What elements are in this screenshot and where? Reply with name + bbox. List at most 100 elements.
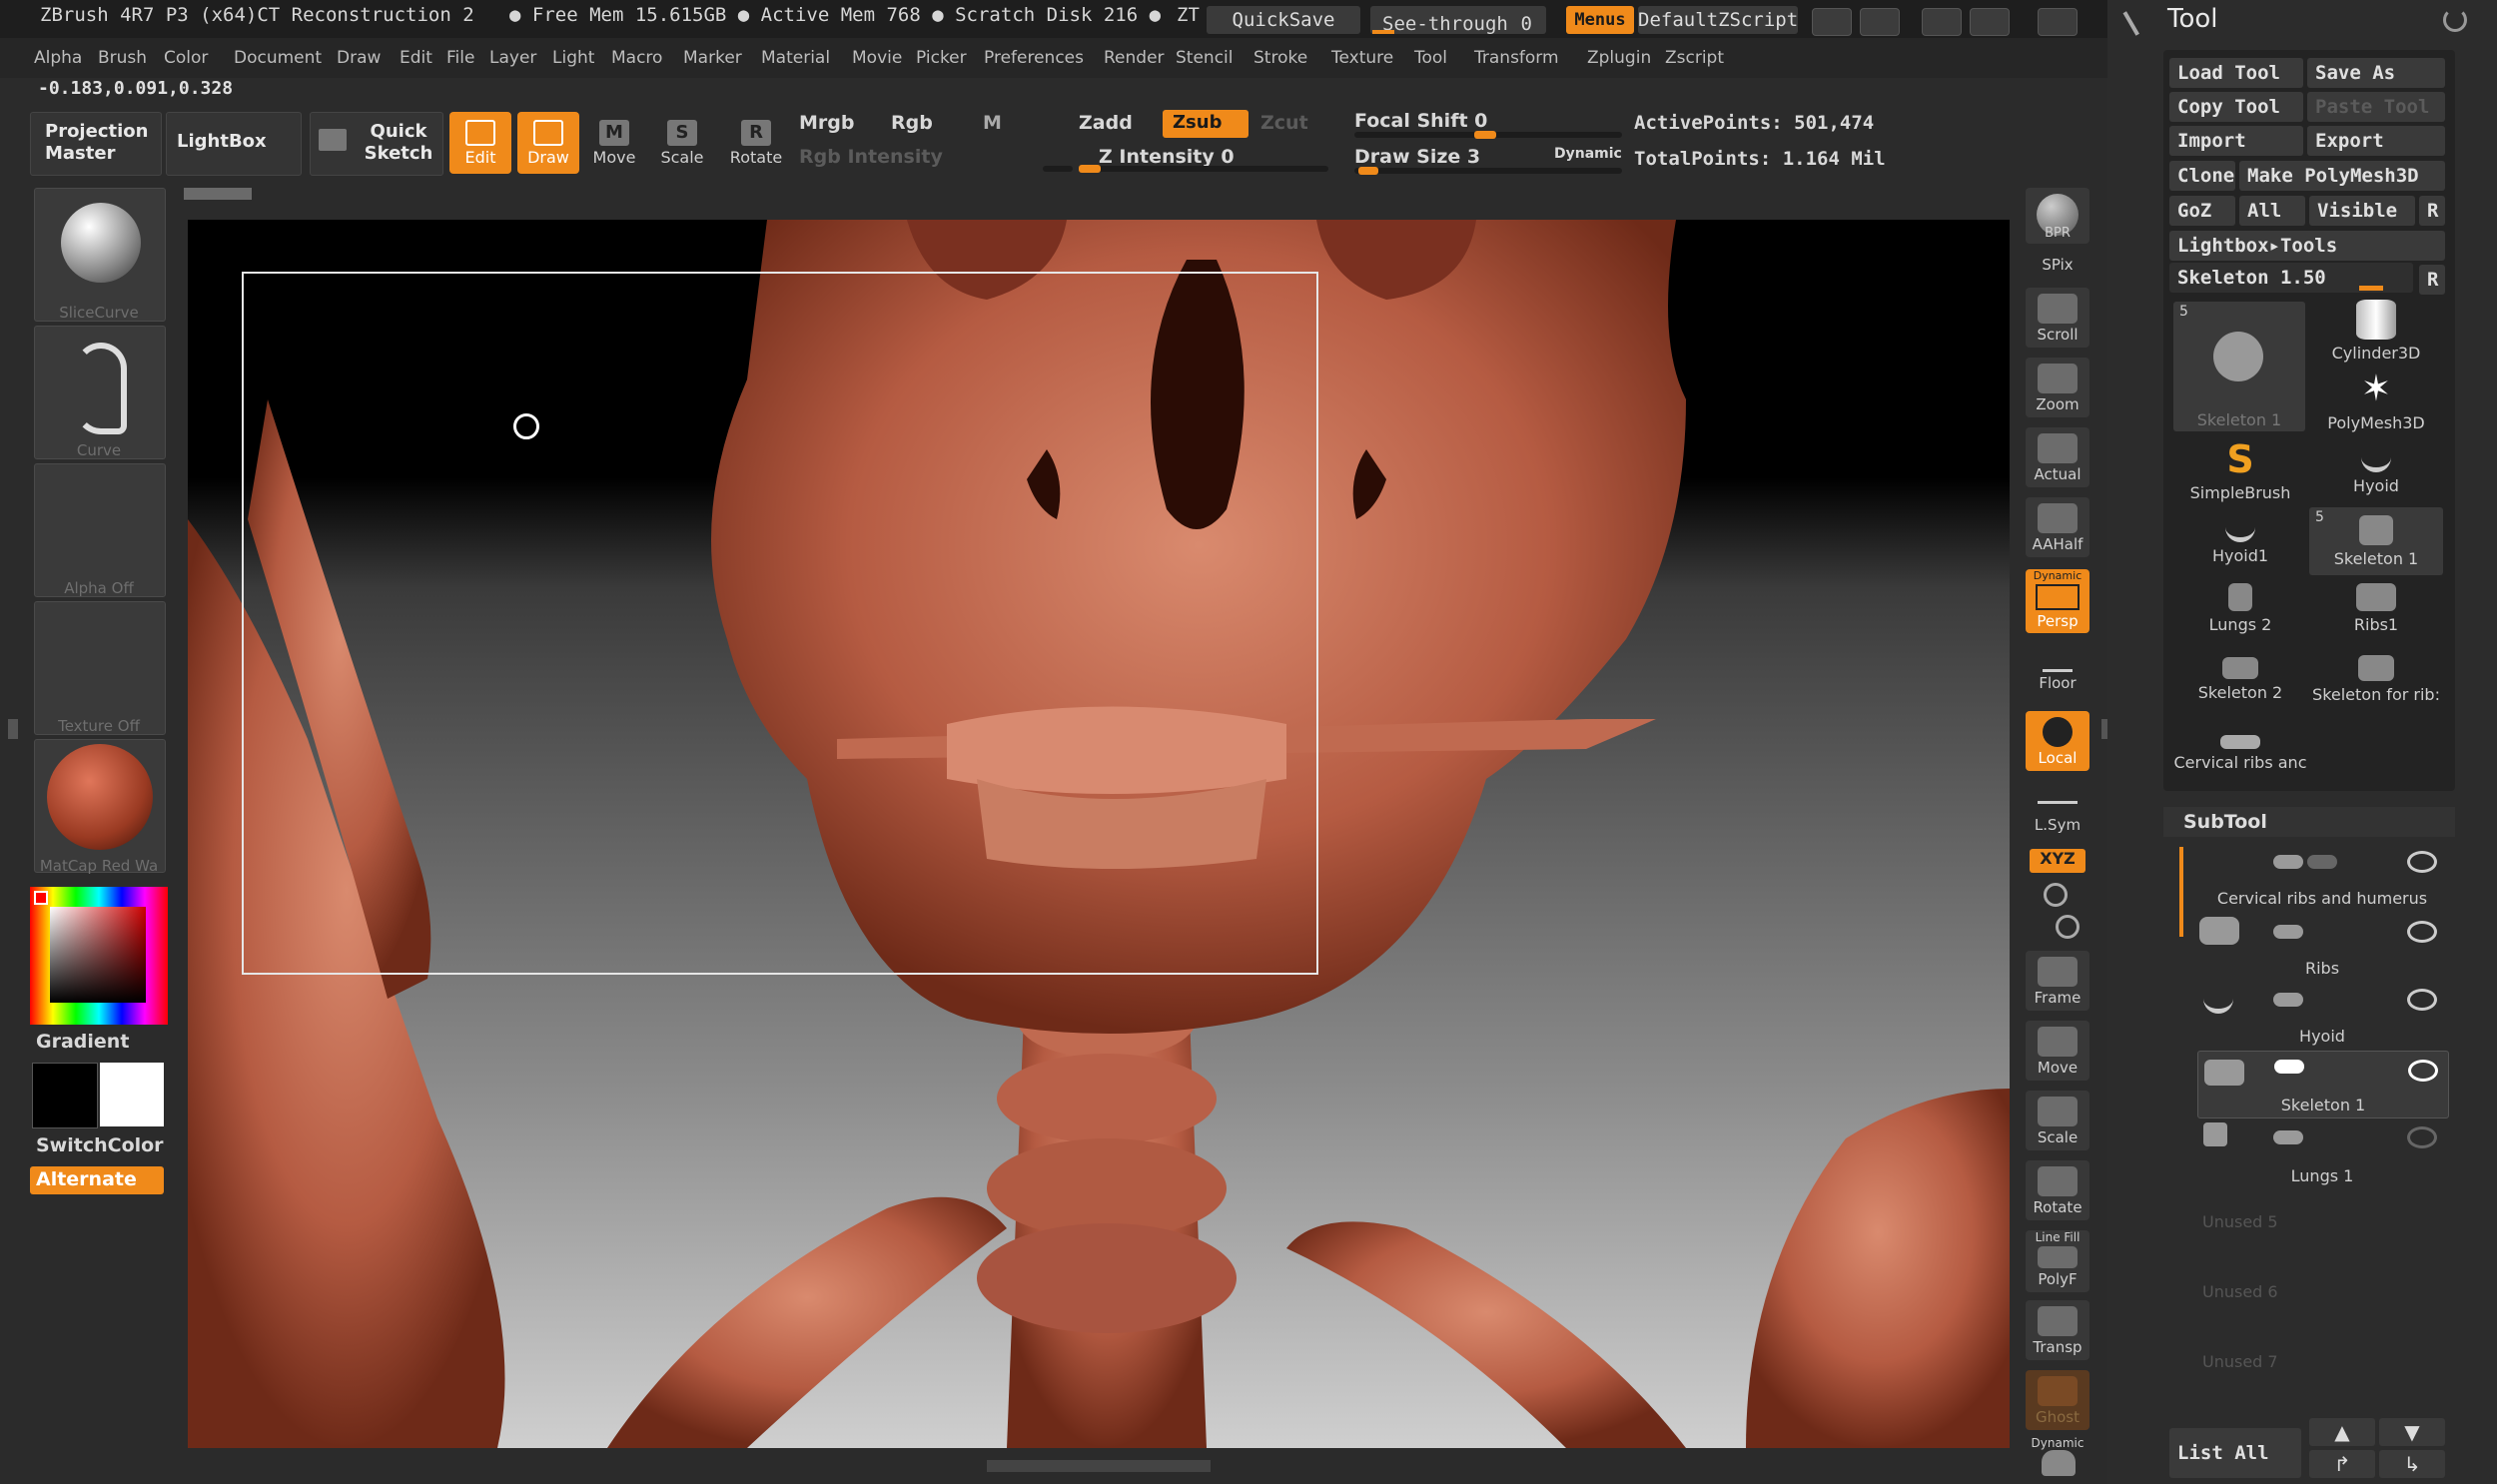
goz-r-button[interactable]: R bbox=[2419, 196, 2445, 226]
switchcolor-button[interactable]: SwitchColor bbox=[36, 1134, 164, 1156]
spix-slider[interactable]: SPix bbox=[2026, 256, 2089, 274]
edit-mode-button[interactable]: Edit bbox=[449, 112, 511, 174]
menu-edit[interactable]: Edit bbox=[400, 48, 432, 68]
reset-icon[interactable] bbox=[2443, 8, 2467, 32]
tool-cell-polymesh3d[interactable]: ✶ PolyMesh3D bbox=[2309, 368, 2443, 435]
dynamic-button[interactable]: Dynamic bbox=[1554, 146, 1622, 162]
aahalf-button[interactable]: AAHalf bbox=[2026, 497, 2089, 557]
subtool-item-lungs1[interactable]: Lungs 1 bbox=[2197, 1166, 2447, 1185]
arrow-down-icon[interactable]: ▼ bbox=[2379, 1418, 2445, 1446]
skeleton-tool-slider[interactable]: Skeleton 1.50 bbox=[2169, 263, 2413, 293]
menu-macro[interactable]: Macro bbox=[611, 48, 662, 68]
tool-r-button[interactable]: R bbox=[2419, 265, 2445, 295]
tool-cell-ribs1[interactable]: Ribs1 bbox=[2309, 577, 2443, 645]
texture-thumbnail[interactable] bbox=[34, 601, 166, 735]
menu-color[interactable]: Color bbox=[164, 48, 208, 68]
lsym-button[interactable]: L.Sym bbox=[2026, 789, 2089, 849]
rotate-z-icon[interactable] bbox=[2056, 915, 2080, 939]
subtool-toggle-icon[interactable] bbox=[2273, 855, 2303, 869]
transp-button[interactable]: Transp bbox=[2026, 1300, 2089, 1360]
rotate-view-button[interactable]: Rotate bbox=[2026, 1160, 2089, 1220]
move-mode-button[interactable]: M Move bbox=[583, 112, 645, 174]
frame-button[interactable]: Frame bbox=[2026, 951, 2089, 1011]
zoom-button[interactable]: Zoom bbox=[2026, 358, 2089, 417]
menu-marker[interactable]: Marker bbox=[683, 48, 742, 68]
subtool-header[interactable]: SubTool bbox=[2163, 807, 2455, 837]
subtool-item-ribs[interactable]: Ribs bbox=[2197, 959, 2447, 978]
menu-transform[interactable]: Transform bbox=[1474, 48, 1559, 68]
zadd-button[interactable]: Zadd bbox=[1079, 112, 1133, 134]
eye-icon[interactable] bbox=[2408, 1060, 2438, 1082]
load-tool-button[interactable]: Load Tool bbox=[2169, 58, 2303, 88]
draw-size-track[interactable] bbox=[1354, 167, 1622, 175]
quick-sketch-button[interactable]: Quick Sketch bbox=[310, 112, 443, 176]
menu-zplugin[interactable]: Zplugin bbox=[1587, 48, 1651, 68]
menu-movie[interactable]: Movie bbox=[852, 48, 902, 68]
actual-button[interactable]: Actual bbox=[2026, 427, 2089, 487]
menu-preferences[interactable]: Preferences bbox=[984, 48, 1084, 68]
material-thumbnail[interactable] bbox=[34, 739, 166, 873]
secondary-color-swatch[interactable] bbox=[100, 1063, 164, 1126]
gradient-label[interactable]: Gradient bbox=[36, 1031, 129, 1053]
draw-mode-button[interactable]: Draw bbox=[517, 112, 579, 174]
goz-all-button[interactable]: All bbox=[2239, 196, 2305, 226]
mrgb-button[interactable]: Mrgb bbox=[799, 112, 854, 134]
subtool-toggle-icon[interactable] bbox=[2273, 925, 2303, 939]
canvas-viewport[interactable] bbox=[188, 220, 2010, 1448]
focal-shift-track[interactable] bbox=[1354, 131, 1622, 139]
subtool-toggle-icon[interactable] bbox=[2307, 855, 2337, 869]
menu-stencil[interactable]: Stencil bbox=[1176, 48, 1233, 68]
menus-button[interactable]: Menus bbox=[1566, 6, 1634, 34]
local-button[interactable]: Local bbox=[2026, 711, 2089, 771]
subtool-toggle-icon[interactable] bbox=[2273, 1130, 2303, 1144]
tool-cell-cervical-ribs[interactable]: Cervical ribs anc bbox=[2173, 717, 2307, 785]
import-button[interactable]: Import bbox=[2169, 126, 2303, 156]
subtool-item-cervical-ribs[interactable]: Cervical ribs and humerus bbox=[2197, 889, 2447, 908]
eye-icon[interactable] bbox=[2407, 921, 2437, 943]
menu-layer[interactable]: Layer bbox=[489, 48, 536, 68]
menu-material[interactable]: Material bbox=[761, 48, 830, 68]
tool-cell-skeleton-for-ribs[interactable]: Skeleton for rib: bbox=[2309, 647, 2443, 715]
polyf-button[interactable]: Line Fill PolyF bbox=[2026, 1230, 2089, 1292]
paste-tool-button[interactable]: Paste Tool bbox=[2307, 92, 2445, 122]
menu-light[interactable]: Light bbox=[552, 48, 594, 68]
m-button[interactable]: M bbox=[983, 112, 1002, 134]
rgb-button[interactable]: Rgb bbox=[891, 112, 933, 134]
rgb-intensity-slider[interactable]: Rgb Intensity bbox=[799, 146, 943, 168]
menu-brush[interactable]: Brush bbox=[98, 48, 147, 68]
z-intensity-slider[interactable]: Z Intensity 0 bbox=[1099, 146, 1235, 168]
subtool-toggle-icon[interactable] bbox=[2273, 993, 2303, 1007]
tool-cell-hyoid[interactable]: Hyoid bbox=[2309, 437, 2443, 505]
alpha-thumbnail[interactable] bbox=[34, 463, 166, 597]
persp-button[interactable]: Dynamic Persp bbox=[2026, 569, 2089, 633]
subtool-toggle-icon[interactable] bbox=[2274, 1060, 2304, 1074]
zsub-button[interactable]: Zsub bbox=[1163, 110, 1248, 138]
tool-cell-cylinder3d[interactable]: Cylinder3D bbox=[2309, 298, 2443, 366]
subtool-scroll-indicator[interactable] bbox=[2179, 847, 2183, 937]
goz-visible-button[interactable]: Visible bbox=[2309, 196, 2415, 226]
menu-tool[interactable]: Tool bbox=[1414, 48, 1447, 68]
arrow-up-icon[interactable]: ▲ bbox=[2309, 1418, 2375, 1446]
goz-button[interactable]: GoZ bbox=[2169, 196, 2235, 226]
move-view-button[interactable]: Move bbox=[2026, 1021, 2089, 1081]
bottom-scrollbar[interactable] bbox=[987, 1460, 1211, 1472]
scale-view-button[interactable]: Scale bbox=[2026, 1091, 2089, 1150]
rotate-y-icon[interactable] bbox=[2044, 883, 2068, 907]
zcut-button[interactable]: Zcut bbox=[1260, 112, 1308, 134]
z-intensity-track[interactable] bbox=[1079, 165, 1328, 173]
subtool-item-skeleton1-selected[interactable]: Skeleton 1 bbox=[2197, 1051, 2449, 1118]
maximize-window-icon[interactable] bbox=[1970, 8, 2010, 36]
menu-file[interactable]: File bbox=[446, 48, 474, 68]
export-button[interactable]: Export bbox=[2307, 126, 2445, 156]
tool-cell-lungs2[interactable]: Lungs 2 bbox=[2173, 577, 2307, 645]
lock-icon[interactable] bbox=[2038, 8, 2078, 36]
menu-document[interactable]: Document bbox=[234, 48, 322, 68]
move-up-icon[interactable]: ↱ bbox=[2309, 1450, 2375, 1478]
make-polymesh-button[interactable]: Make PolyMesh3D bbox=[2239, 161, 2445, 191]
projection-master-button[interactable]: Projection Master bbox=[30, 112, 162, 176]
see-through-slider[interactable]: See-through 0 bbox=[1370, 6, 1546, 35]
subtool-item-hyoid[interactable]: Hyoid bbox=[2197, 1027, 2447, 1046]
eye-icon[interactable] bbox=[2407, 1126, 2437, 1148]
save-as-button[interactable]: Save As bbox=[2307, 58, 2445, 88]
tool-cell-hyoid1[interactable]: Hyoid1 bbox=[2173, 507, 2307, 575]
